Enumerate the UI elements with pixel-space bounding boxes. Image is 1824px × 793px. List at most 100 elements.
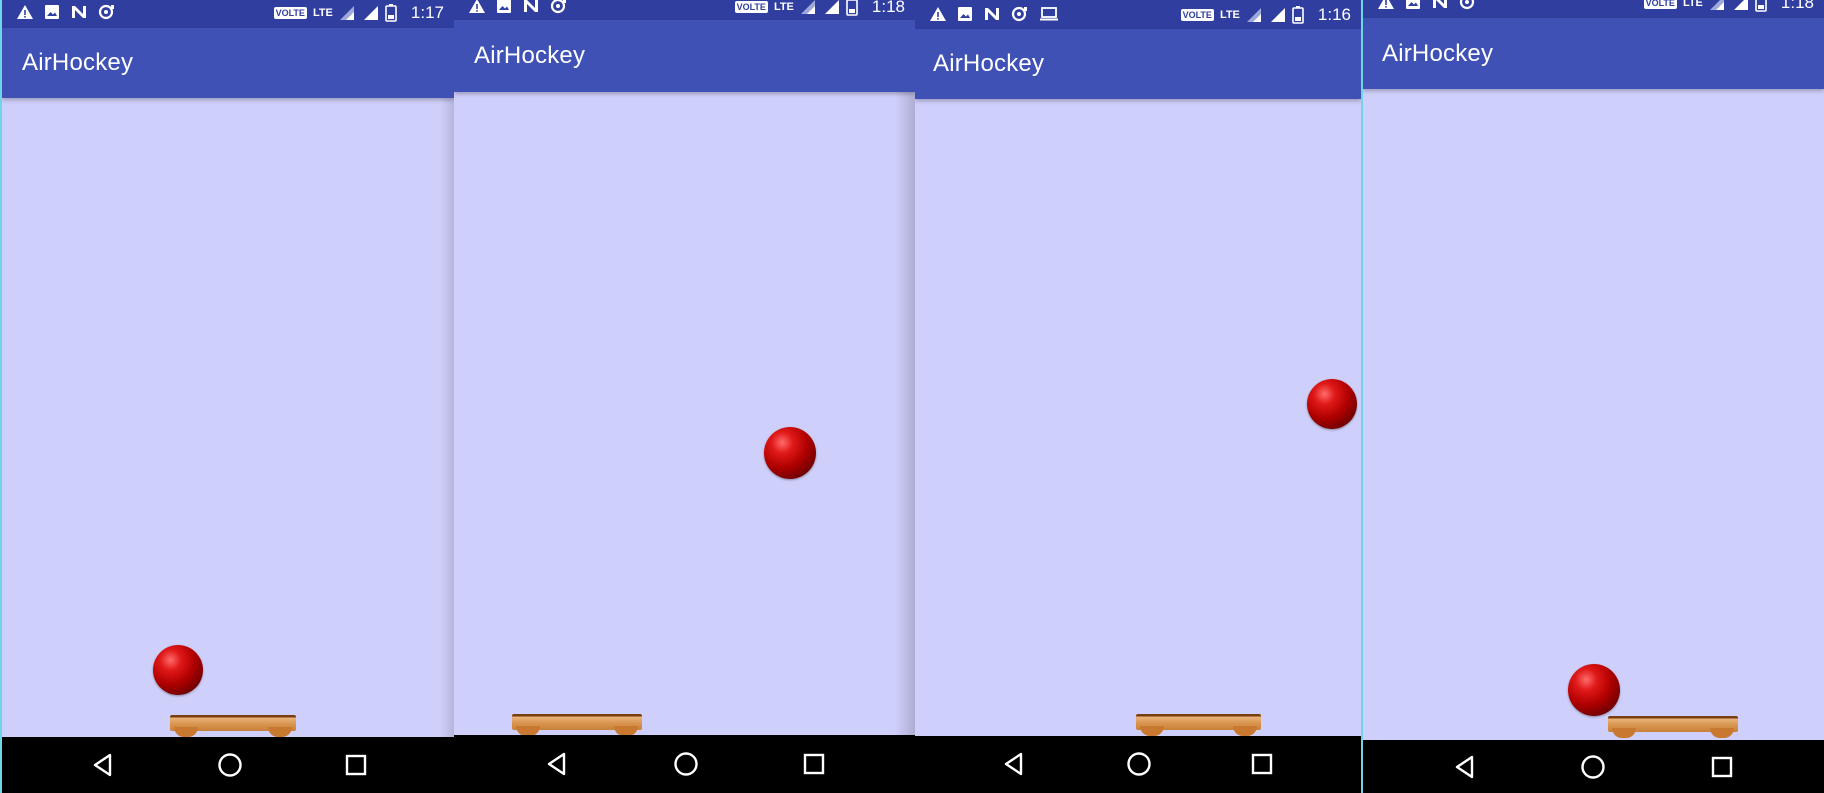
edge-shadow (440, 98, 454, 737)
recents-icon (1251, 753, 1273, 775)
paddle[interactable] (170, 715, 296, 737)
status-bar: VOLTE LTE 1:17 (2, 0, 454, 28)
home-icon (674, 752, 698, 776)
home-button[interactable] (216, 751, 244, 779)
edge-shadow (895, 92, 915, 737)
puck-ball (764, 427, 816, 479)
status-bar: VOLTE LTE 1:18 (454, 0, 915, 20)
puck-ball (153, 645, 203, 695)
image-icon (45, 5, 59, 19)
status-clock: 1:18 (1780, 0, 1814, 12)
image-icon (1406, 0, 1420, 9)
network-type: LTE (773, 1, 794, 13)
back-button[interactable] (1001, 750, 1029, 778)
recents-icon (1711, 756, 1733, 778)
volte-badge: VOLTE (1643, 0, 1677, 9)
warning-icon (17, 5, 33, 19)
recents-icon (803, 753, 825, 775)
nav-bar (454, 735, 915, 793)
battery-icon (846, 0, 858, 16)
image-icon (497, 0, 511, 13)
recents-button[interactable] (342, 751, 370, 779)
app-bar: AirHockey (454, 20, 915, 92)
volte-badge: VOLTE (273, 7, 307, 19)
status-clock: 1:18 (871, 0, 905, 16)
sync-icon (1011, 6, 1027, 22)
home-button[interactable] (1125, 750, 1153, 778)
game-area[interactable] (915, 99, 1361, 736)
signal-full-icon (363, 6, 378, 20)
screen-1: VOLTE LTE 1:17 AirHockey (0, 0, 454, 793)
status-bar: VOLTE LTE 1:18 (1363, 0, 1824, 18)
warning-icon (930, 7, 946, 21)
home-icon (218, 753, 242, 777)
paddle-wheel-left (174, 727, 198, 737)
sync-icon (98, 4, 114, 20)
signal-icon (800, 0, 815, 14)
paddle-wheel-right (1233, 726, 1257, 736)
paddle[interactable] (512, 714, 642, 736)
signal-full-icon (824, 0, 839, 14)
battery-icon (1292, 6, 1304, 24)
n-icon (1433, 0, 1447, 8)
app-title: AirHockey (933, 50, 1045, 77)
screen-3: VOLTE LTE 1:16 AirHockey (915, 0, 1361, 793)
paddle-wheel-left (1140, 726, 1164, 736)
battery-icon (1755, 0, 1767, 12)
recents-button[interactable] (1248, 750, 1276, 778)
warning-icon (469, 0, 485, 13)
paddle-wheel-right (268, 727, 292, 737)
paddle-wheel-right (1710, 728, 1734, 738)
screen-4: VOLTE LTE 1:18 AirHockey (1361, 0, 1824, 793)
paddle-wheel-left (1612, 728, 1636, 738)
back-icon (93, 753, 112, 777)
app-title: AirHockey (22, 49, 134, 76)
sync-icon (1459, 0, 1475, 10)
n-icon (985, 8, 999, 20)
recents-button[interactable] (1708, 753, 1736, 781)
volte-badge: VOLTE (1180, 9, 1214, 21)
signal-icon (339, 6, 354, 20)
nav-bar (1363, 740, 1824, 793)
nav-bar (2, 737, 454, 793)
app-title: AirHockey (474, 42, 586, 69)
back-icon (1004, 752, 1023, 776)
signal-full-icon (1270, 8, 1285, 22)
status-clock: 1:16 (1317, 5, 1351, 24)
app-bar: AirHockey (915, 29, 1361, 99)
home-button[interactable] (1579, 753, 1607, 781)
screen-2: VOLTE LTE 1:18 AirHockey (454, 0, 915, 793)
paddle[interactable] (1136, 714, 1261, 736)
sync-icon (550, 0, 566, 14)
status-clock: 1:17 (410, 3, 444, 22)
app-title: AirHockey (1382, 39, 1494, 67)
back-button[interactable] (90, 751, 118, 779)
game-area[interactable] (454, 92, 915, 737)
laptop-icon (1040, 7, 1058, 21)
recents-button[interactable] (800, 750, 828, 778)
image-icon (958, 7, 972, 21)
game-area[interactable] (1363, 89, 1824, 740)
screenshot-strip: VOLTE LTE 1:17 AirHockey VOLTE LTE 1:18 … (0, 0, 1824, 793)
n-icon (524, 0, 538, 12)
status-bar: VOLTE LTE 1:16 (915, 0, 1361, 29)
puck-ball (1307, 379, 1357, 429)
recents-icon (345, 754, 367, 776)
app-bar: AirHockey (2, 28, 454, 98)
warning-icon (1378, 0, 1394, 9)
puck-ball (1568, 664, 1620, 716)
game-area[interactable] (2, 98, 454, 737)
app-bar: AirHockey (1363, 18, 1824, 89)
n-icon (72, 6, 86, 18)
battery-icon (385, 4, 397, 22)
volte-badge: VOLTE (734, 1, 768, 13)
home-button[interactable] (672, 750, 700, 778)
back-button[interactable] (544, 750, 572, 778)
back-icon (547, 752, 566, 776)
back-button[interactable] (1452, 753, 1480, 781)
back-icon (1455, 755, 1474, 779)
signal-icon (1709, 0, 1724, 10)
home-icon (1581, 755, 1605, 779)
network-type: LTE (1682, 0, 1703, 9)
paddle[interactable] (1608, 716, 1738, 738)
